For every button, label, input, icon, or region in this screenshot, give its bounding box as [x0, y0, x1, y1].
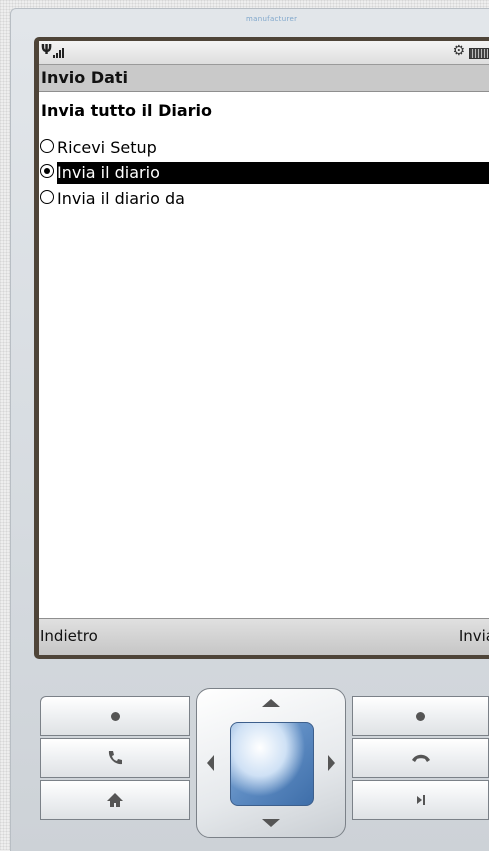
screen-title: Invio Dati: [41, 68, 129, 87]
dot-icon: [416, 711, 425, 721]
select-center-button[interactable]: [230, 722, 314, 806]
back-key[interactable]: [352, 780, 489, 820]
antenna-signal-icon: Ψ: [41, 43, 65, 58]
radio-button[interactable]: [40, 139, 54, 153]
softkey-left[interactable]: Indietro: [40, 627, 98, 645]
back-arrow-icon: [416, 795, 425, 805]
option-label: Invia il diario da: [57, 189, 185, 208]
phone-screen: Ψ ⚙ Invio Dati Invia tutto il Diario Ric…: [39, 41, 489, 655]
radio-button[interactable]: [40, 190, 54, 204]
up-arrow-icon[interactable]: [262, 699, 280, 707]
right-arrow-icon[interactable]: [328, 755, 335, 771]
battery-icon: [469, 48, 489, 59]
option-invia-il-diario-da[interactable]: Invia il diario da: [39, 188, 489, 212]
radio-button-selected[interactable]: [40, 164, 54, 178]
navigation-dpad[interactable]: [196, 688, 346, 838]
left-select-key[interactable]: [40, 696, 190, 736]
option-ricevi-setup[interactable]: Ricevi Setup: [39, 137, 489, 161]
left-arrow-icon[interactable]: [207, 755, 214, 771]
option-invia-il-diario[interactable]: Invia il diario: [39, 162, 489, 186]
down-arrow-icon[interactable]: [262, 819, 280, 827]
form-heading: Invia tutto il Diario: [41, 101, 212, 120]
home-icon: [107, 793, 123, 807]
softkey-right[interactable]: Invia: [459, 627, 489, 645]
dot-icon: [110, 711, 120, 721]
end-call-key[interactable]: [352, 738, 489, 778]
softkey-bar: Indietro Invia: [39, 618, 489, 655]
option-label: Ricevi Setup: [57, 138, 157, 157]
call-key[interactable]: [40, 738, 190, 778]
title-bar: Invio Dati: [39, 65, 489, 92]
gear-icon: ⚙: [452, 43, 465, 59]
right-select-key[interactable]: [352, 696, 489, 736]
status-bar: Ψ ⚙: [39, 41, 489, 65]
brand-label: manufacturer: [246, 15, 298, 23]
phone-handset-icon: [108, 751, 122, 765]
home-key[interactable]: [40, 780, 190, 820]
hangup-icon: [411, 754, 430, 762]
option-label: Invia il diario: [57, 163, 160, 182]
